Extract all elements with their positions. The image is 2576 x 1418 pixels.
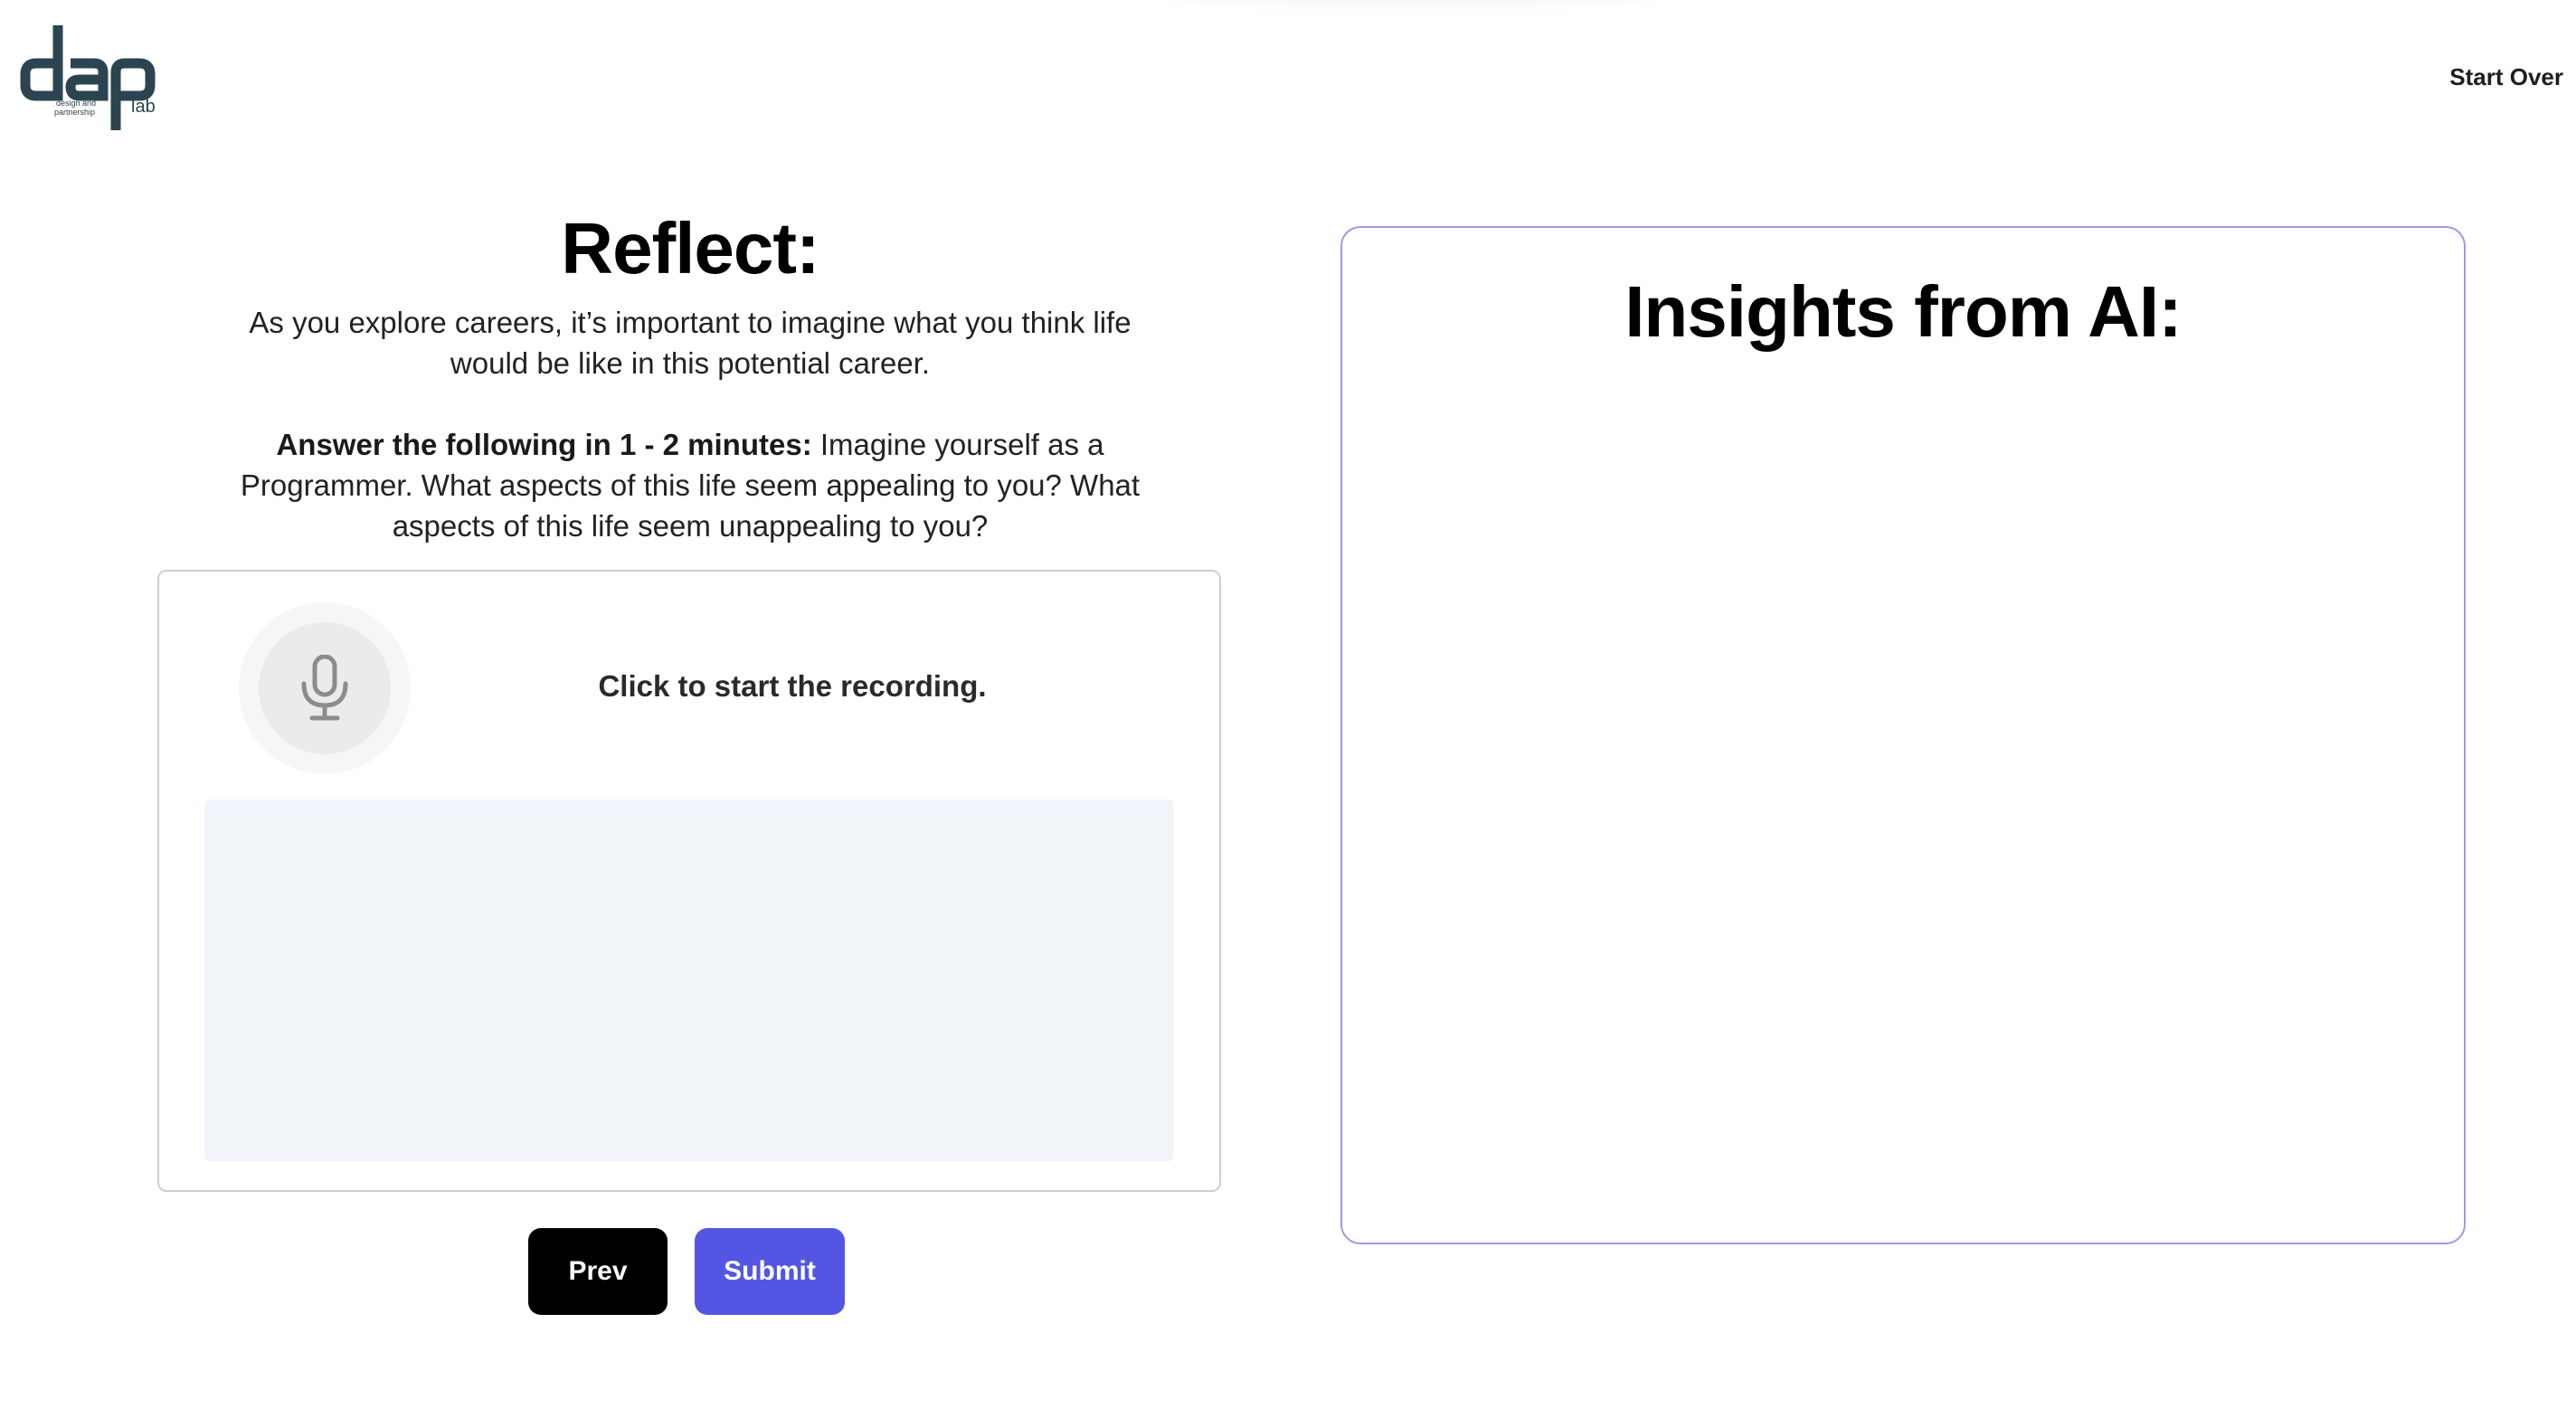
insights-title: Insights from AI: [1624,271,2183,352]
reflect-section: Reflect: As you explore careers, it’s im… [157,199,1223,546]
microphone-icon [301,655,348,721]
svg-text:design and: design and [56,99,96,108]
recorder-panel: Click to start the recording. [157,570,1221,1192]
reflect-prompt: Answer the following in 1 - 2 minutes: I… [212,424,1169,546]
svg-text:lab: lab [131,97,156,117]
prompt-instruction: Answer the following in 1 - 2 minutes: [276,428,812,461]
reflect-title: Reflect: [561,208,819,288]
submit-button[interactable]: Submit [695,1228,845,1315]
prev-button[interactable]: Prev [528,1228,668,1315]
top-shadow [1167,0,1655,5]
logo-graphic: design and partnership lab [20,25,156,130]
start-over-button[interactable]: Start Over [2449,63,2563,91]
reflect-intro: As you explore careers, it’s important t… [249,306,1132,380]
record-button[interactable] [239,602,411,774]
ai-insights-panel: Insights from AI: [1340,226,2466,1244]
transcript-area[interactable] [204,799,1174,1161]
recording-status-label: Click to start the recording. [598,669,987,703]
record-button-inner[interactable] [259,622,391,754]
page: design and partnership lab Start Over Re… [0,0,2576,1418]
dap-lab-logo[interactable]: design and partnership lab [18,22,172,130]
svg-text:partnership: partnership [54,108,95,117]
